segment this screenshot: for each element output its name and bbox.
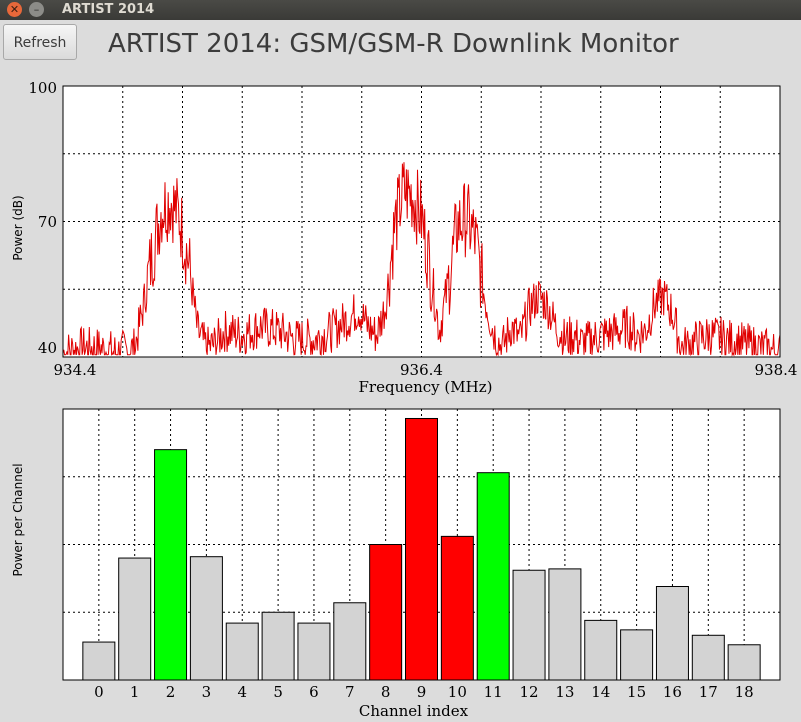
channel-bar-7 — [333, 602, 367, 681]
channel-bar-8 — [369, 544, 403, 681]
x-tick-label: 3 — [202, 683, 212, 701]
x-tick-label: 2 — [166, 683, 176, 701]
channel-bar-3 — [189, 556, 223, 681]
x-tick-label: 16 — [663, 683, 682, 701]
x-tick-label: 18 — [735, 683, 754, 701]
x-tick-label: 0 — [94, 683, 104, 701]
channel-bar-18 — [727, 644, 761, 681]
channel-bar-1 — [118, 557, 152, 681]
channel-bar-15 — [620, 629, 654, 681]
x-tick-label: 4 — [237, 683, 247, 701]
channel-bar-17 — [691, 634, 725, 681]
channel-bar-16 — [655, 586, 689, 681]
channel-bar-5 — [261, 611, 295, 681]
channel-power-chart: 0 1 2 3 4 5 6 7 8 9 10 11 12 13 14 15 16 17 18Channel inde… — [11, 408, 781, 720]
x-tick-label: 1 — [130, 683, 140, 701]
channel-bar-6 — [297, 622, 331, 681]
x-tick-label: 7 — [345, 683, 355, 701]
x-tick-label: 17 — [699, 683, 718, 701]
channel-bar-9 — [405, 417, 438, 681]
channel-bar-10 — [440, 535, 474, 681]
channel-bar-11 — [476, 472, 510, 681]
x-tick-label: 14 — [591, 683, 610, 701]
channel-bar-12 — [512, 569, 546, 681]
x-tick-label: 13 — [555, 683, 574, 701]
x-axis-label: Channel index — [359, 702, 469, 720]
x-tick-label: 12 — [520, 683, 539, 701]
y-axis-label: Power per Channel — [11, 463, 25, 576]
x-tick-label: 6 — [309, 683, 319, 701]
x-tick-label: 5 — [273, 683, 283, 701]
x-tick-label: 10 — [448, 683, 467, 701]
x-tick-label: 8 — [381, 683, 391, 701]
channel-bar-13 — [548, 568, 582, 681]
x-tick-label: 9 — [417, 683, 427, 701]
x-tick-label: 15 — [627, 683, 646, 701]
channel-bar-2 — [154, 449, 188, 681]
channel-bar-0 — [82, 641, 116, 681]
channel-bar-4 — [225, 622, 259, 681]
x-tick-label: 11 — [484, 683, 503, 701]
channel-bar-14 — [584, 619, 618, 681]
